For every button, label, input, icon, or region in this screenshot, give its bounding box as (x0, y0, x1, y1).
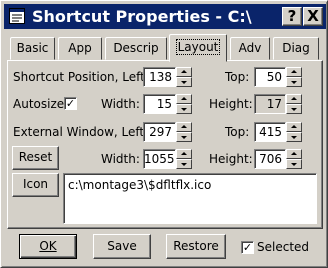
layout-tab-panel (7, 60, 323, 229)
tab-label: Layout (175, 39, 221, 55)
window-title: Shortcut Properties - C:\ (32, 7, 252, 26)
restore-button[interactable]: Restore (166, 234, 226, 259)
selected-label: Selected (257, 240, 310, 254)
tab-layout[interactable]: Layout (169, 34, 227, 62)
tab-label: Adv (238, 41, 262, 55)
tab-app[interactable]: App (58, 37, 102, 60)
tab-adv[interactable]: Adv (230, 37, 270, 60)
tab-basic[interactable]: Basic (10, 37, 55, 60)
tab-label: App (68, 41, 92, 55)
tab-label: Diag (282, 41, 310, 55)
restore-label: Restore (173, 239, 219, 253)
title-bar[interactable]: Shortcut Properties - C:\ ? X (4, 4, 326, 29)
selected-checkbox[interactable]: ✓ (241, 241, 254, 254)
app-icon (9, 8, 25, 24)
tab-label: Descrip (113, 41, 159, 55)
tab-label: Basic (16, 41, 49, 55)
ok-button[interactable]: OK (19, 234, 77, 259)
save-button[interactable]: Save (93, 234, 151, 259)
help-button[interactable]: ? (282, 7, 302, 26)
tab-diag[interactable]: Diag (273, 37, 319, 60)
shortcut-properties-window: Shortcut Properties - C:\ ? X Basic App … (0, 0, 328, 268)
save-label: Save (107, 239, 137, 253)
close-button[interactable]: X (303, 7, 323, 26)
tab-descrip[interactable]: Descrip (105, 37, 167, 60)
ok-label: OK (39, 239, 57, 253)
